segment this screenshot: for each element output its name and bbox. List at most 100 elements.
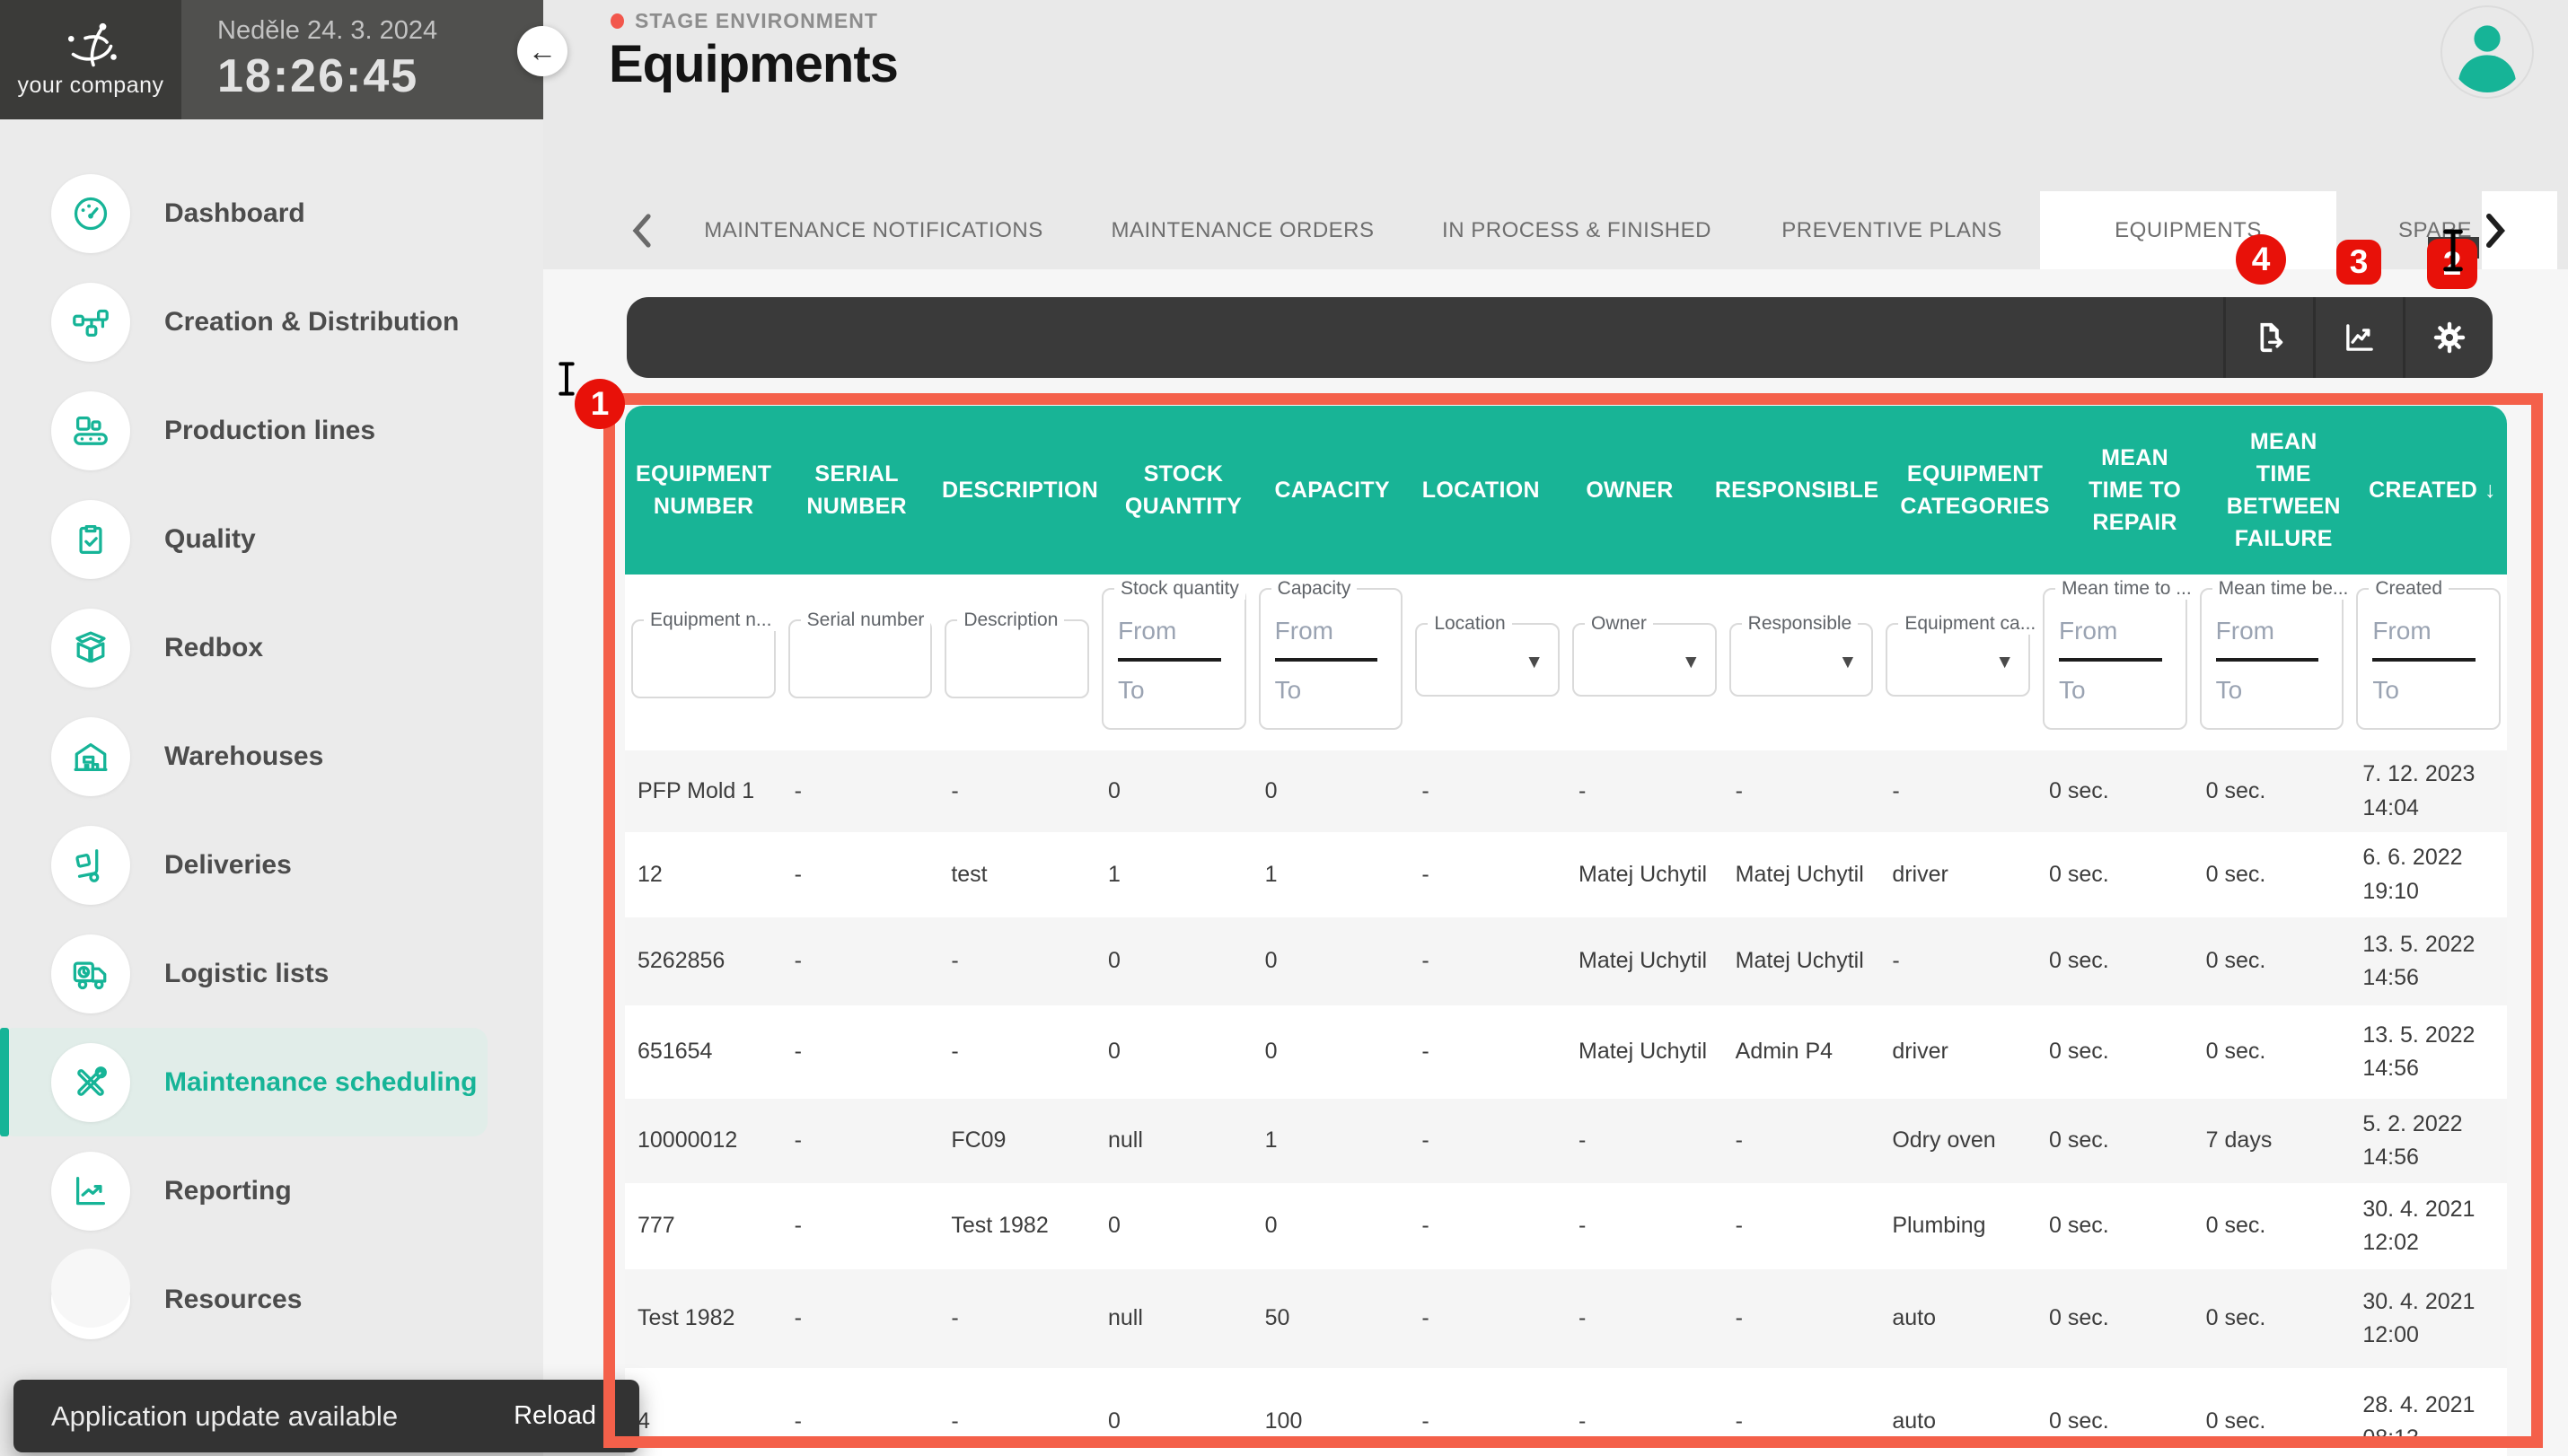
range-to-input[interactable]: To — [1275, 676, 1387, 705]
table-cell: - — [1723, 750, 1880, 832]
equipments-table: EQUIPMENT NUMBER SERIAL NUMBERDESCRIPTION… — [625, 406, 2507, 1456]
tab-maintenance-notifications[interactable]: MAINTENANCE NOTIFICATIONS — [704, 191, 1042, 269]
filter-select-responsible[interactable]: Responsible▼ — [1729, 623, 1874, 697]
range-from-input[interactable]: From — [1275, 617, 1387, 645]
sidebar-item-deliveries[interactable]: Deliveries — [0, 811, 543, 919]
filter-range-mean-time-to-[interactable]: Mean time to ...FromTo — [2043, 588, 2187, 730]
update-toast: Application update available Reload — [13, 1380, 639, 1452]
table-row[interactable]: Test 1982--null50---auto0 sec.0 sec.30. … — [625, 1269, 2507, 1368]
range-from-input[interactable]: From — [2216, 617, 2328, 645]
annotation-badge-4: 4 — [2236, 234, 2286, 285]
input-underline — [2059, 658, 2162, 662]
column-header-mean-time-between-failure[interactable]: MEAN TIME BETWEEN FAILURE — [2209, 406, 2358, 575]
sidebar-item-reporting[interactable]: Reporting — [0, 1136, 543, 1245]
table-row[interactable]: 12-test11-Matej UchytilMatej Uchytildriv… — [625, 832, 2507, 917]
column-header-mean-time-to-repair[interactable]: MEAN TIME TO REPAIR — [2061, 406, 2210, 575]
chart-button[interactable] — [2313, 297, 2403, 378]
table-cell: - — [1723, 1269, 1880, 1368]
table-cell: 13. 5. 2022 14:56 — [2350, 917, 2507, 1005]
column-header-equipment-categories[interactable]: EQUIPMENT CATEGORIES — [1889, 406, 2060, 575]
filter-text-description[interactable]: Description — [945, 619, 1089, 698]
filter-select-owner[interactable]: Owner▼ — [1572, 623, 1717, 697]
range-to-input[interactable]: To — [2372, 676, 2484, 705]
user-avatar-button[interactable] — [2440, 5, 2534, 99]
range-from-input[interactable]: From — [1118, 617, 1230, 645]
table-cell: 4 — [625, 1368, 782, 1456]
column-header-equipment-number[interactable]: EQUIPMENT NUMBER — [625, 406, 782, 575]
filter-range-created[interactable]: CreatedFromTo — [2356, 588, 2501, 730]
column-header-created[interactable]: CREATED↓ — [2358, 406, 2507, 575]
export-button[interactable] — [2223, 297, 2313, 378]
table-row[interactable]: PFP Mold 1--00----0 sec.0 sec.7. 12. 202… — [625, 750, 2507, 832]
column-header-owner[interactable]: OWNER — [1555, 406, 1704, 575]
tabs-scroll-left-button[interactable] — [629, 191, 653, 269]
text-cursor-icon — [2435, 228, 2471, 273]
filter-range-capacity[interactable]: CapacityFromTo — [1259, 588, 1403, 730]
reload-button[interactable]: Reload — [514, 1401, 596, 1431]
table-row[interactable]: 5262856--00-Matej UchytilMatej Uchytil-0… — [625, 917, 2507, 1005]
tab-maintenance-orders[interactable]: MAINTENANCE ORDERS — [1111, 191, 1374, 269]
filter-text-serial-number[interactable]: Serial number — [788, 619, 933, 698]
column-header-location[interactable]: LOCATION — [1406, 406, 1555, 575]
table-cell: - — [782, 1269, 939, 1368]
environment-banner: STAGE ENVIRONMENT — [611, 9, 878, 33]
filter-select-equipment-ca-[interactable]: Equipment ca...▼ — [1886, 623, 2030, 697]
tabs-scroll-right-button[interactable] — [2484, 191, 2508, 269]
tab-in-process-finished[interactable]: IN PROCESS & FINISHED — [1442, 191, 1711, 269]
table-cell: - — [782, 1099, 939, 1183]
sidebar-item-redbox[interactable]: Redbox — [0, 593, 543, 702]
sidebar-item-label: Resources — [164, 1285, 302, 1315]
environment-label: STAGE ENVIRONMENT — [635, 9, 878, 33]
sidebar-item-creation-distribution[interactable]: Creation & Distribution — [0, 268, 543, 376]
column-header-description[interactable]: DESCRIPTION — [931, 406, 1109, 575]
table-row[interactable]: 10000012-FC09null1---Odry oven0 sec.7 da… — [625, 1099, 2507, 1183]
sidebar-item-maintenance-scheduling[interactable]: Maintenance scheduling — [0, 1028, 488, 1136]
sidebar-item-dashboard[interactable]: Dashboard — [0, 159, 543, 268]
range-from-input[interactable]: From — [2059, 617, 2171, 645]
app-root: your company Neděle 24. 3. 2024 18:26:45… — [0, 0, 2568, 1456]
sidebar-item-logistic-lists[interactable]: Logistic lists — [0, 919, 543, 1028]
column-header-serial-number[interactable]: SERIAL NUMBER — [782, 406, 931, 575]
filter-range-stock-quantity[interactable]: Stock quantityFromTo — [1102, 588, 1246, 730]
filter-label: Mean time to ... — [2055, 578, 2198, 600]
table-cell: 0 sec. — [2036, 1269, 2194, 1368]
table-row[interactable]: 4--0100---auto0 sec.0 sec.28. 4. 2021 08… — [625, 1368, 2507, 1456]
range-to-input[interactable]: To — [2059, 676, 2171, 705]
table-cell: 7. 12. 2023 14:04 — [2350, 750, 2507, 832]
tab-preventive-plans[interactable]: PREVENTIVE PLANS — [1781, 191, 2001, 269]
filter-text-equipment-n-[interactable]: Equipment n... — [631, 619, 776, 698]
range-to-input[interactable]: To — [2216, 676, 2328, 705]
table-row[interactable]: 651654--00-Matej UchytilAdmin P4driver0 … — [625, 1005, 2507, 1099]
filter-cell: Location▼ — [1409, 575, 1566, 750]
tab-equipments[interactable]: EQUIPMENTS — [2040, 191, 2336, 269]
table-cell: 10000012 — [625, 1099, 782, 1183]
column-header-capacity[interactable]: CAPACITY — [1258, 406, 1407, 575]
sidebar-item-warehouses[interactable]: Warehouses — [0, 702, 543, 811]
table-filter-row: Equipment n...Serial numberDescriptionSt… — [625, 575, 2507, 750]
column-header-responsible[interactable]: RESPONSIBLE — [1704, 406, 1890, 575]
sidebar-item-production-lines[interactable]: Production lines — [0, 376, 543, 485]
filter-range-mean-time-be-[interactable]: Mean time be...FromTo — [2200, 588, 2344, 730]
filter-cell: Owner▼ — [1566, 575, 1723, 750]
text-cursor-icon — [551, 361, 582, 397]
back-button[interactable]: ← — [517, 26, 567, 76]
sidebar-item-label: Reporting — [164, 1176, 292, 1206]
chevron-right-icon — [2484, 213, 2508, 249]
column-header-stock-quantity[interactable]: STOCK QUANTITY — [1109, 406, 1258, 575]
table-cell: 0 sec. — [2036, 1005, 2194, 1099]
filter-select-location[interactable]: Location▼ — [1415, 623, 1560, 697]
sidebar-item-quality[interactable]: Quality — [0, 485, 543, 593]
table-cell: FC09 — [938, 1099, 1095, 1183]
table-cell: - — [1723, 1368, 1880, 1456]
table-row[interactable]: 777-Test 198200---Plumbing0 sec.0 sec.30… — [625, 1183, 2507, 1269]
table-cell: 0 — [1095, 1368, 1253, 1456]
settings-button[interactable] — [2403, 297, 2493, 378]
chart-icon — [2341, 319, 2379, 356]
filter-label: Mean time be... — [2212, 578, 2355, 600]
range-from-input[interactable]: From — [2372, 617, 2484, 645]
column-header-label: SERIAL NUMBER — [793, 458, 920, 523]
column-header-label: EQUIPMENT NUMBER — [636, 458, 771, 523]
table-cell: 777 — [625, 1183, 782, 1269]
filter-cell: CreatedFromTo — [2350, 575, 2507, 750]
range-to-input[interactable]: To — [1118, 676, 1230, 705]
